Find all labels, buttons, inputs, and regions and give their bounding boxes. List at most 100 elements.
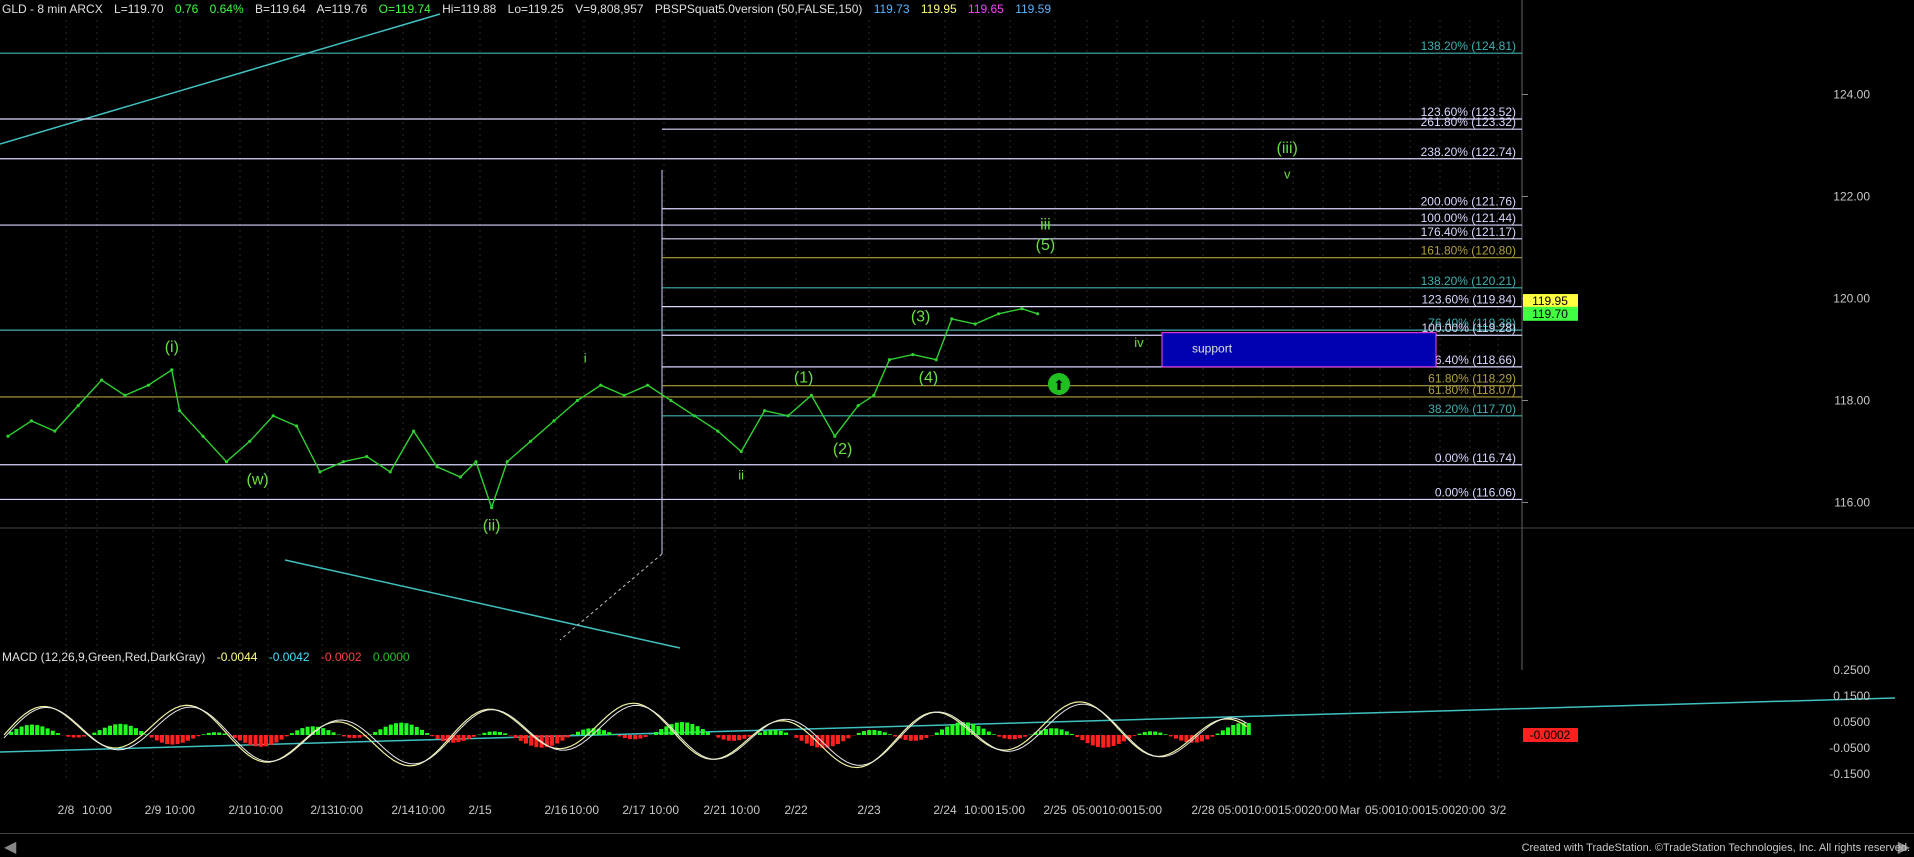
macd-histogram-bar <box>945 727 949 735</box>
price-point <box>646 384 649 387</box>
macd-histogram-bar <box>1054 728 1058 735</box>
x-tick-label: 15:00 <box>995 803 1025 817</box>
x-tick-label: 15:00 <box>1278 803 1308 817</box>
macd-histogram-bar <box>1106 735 1110 747</box>
macd-histogram-bar <box>462 735 466 741</box>
macd-header: MACD (12,26,9,Green,Red,DarkGray) -0.004… <box>2 650 418 664</box>
macd-histogram-bar <box>176 735 180 744</box>
macd-value-3: -0.0002 <box>321 650 362 664</box>
x-tick-label: 2/15 <box>468 803 492 817</box>
scroll-left-icon[interactable]: ◀ <box>4 837 16 857</box>
price-point <box>30 419 33 422</box>
macd-histogram-bar <box>779 731 783 735</box>
price-tag-label: 119.70 <box>1532 307 1568 321</box>
macd-histogram-bar <box>581 730 585 735</box>
macd-histogram-bar <box>295 730 299 735</box>
macd-histogram-bar <box>1008 735 1012 739</box>
x-tick-label: 20:00 <box>1455 803 1485 817</box>
macd-histogram-bar <box>207 733 211 735</box>
macd-histogram-bar <box>841 735 845 741</box>
macd-tag-label: -0.0002 <box>1530 728 1571 742</box>
macd-histogram-bar <box>1044 729 1048 735</box>
macd-tick-label: -0.1500 <box>1829 767 1870 781</box>
wave-label: iii <box>1040 217 1051 234</box>
macd-histogram-bar <box>326 730 330 735</box>
macd-histogram-bar <box>285 735 289 736</box>
macd-histogram-bar <box>498 732 502 735</box>
macd-histogram-bar <box>644 735 648 737</box>
macd-histogram-bar <box>1179 735 1183 741</box>
macd-histogram-bar <box>857 733 861 735</box>
wave-label: (5) <box>1036 237 1056 254</box>
macd-histogram-bar <box>1226 727 1230 735</box>
macd-histogram-bar <box>1091 735 1095 745</box>
macd-histogram-bar <box>1153 732 1157 735</box>
price-point <box>412 430 415 433</box>
fib-level-label: 123.60% (119.84) <box>1421 293 1516 307</box>
macd-histogram-bar <box>1086 735 1090 743</box>
macd-histogram-bar <box>82 735 86 737</box>
macd-histogram-bar <box>129 726 133 735</box>
price-point <box>997 312 1000 315</box>
macd-histogram-bar <box>290 733 294 735</box>
macd-histogram-bar <box>1158 733 1162 735</box>
macd-histogram-bar <box>909 735 913 741</box>
price-point <box>474 460 477 463</box>
macd-histogram-bar <box>1065 731 1069 735</box>
price-chart[interactable]: 2/810:002/910:002/1010:002/1310:002/1410… <box>0 0 1914 856</box>
x-tick-label: 2/17 <box>622 803 646 817</box>
price-point <box>810 394 813 397</box>
wave-label: v <box>1284 167 1291 182</box>
price-point <box>552 419 555 422</box>
macd-histogram-bar <box>690 724 694 735</box>
macd-tick-label: 0.0500 <box>1833 715 1870 729</box>
macd-histogram-bar <box>992 734 996 735</box>
macd-histogram-bar <box>1049 728 1053 735</box>
macd-histogram-bar <box>1221 730 1225 735</box>
macd-histogram-bar <box>196 735 200 736</box>
macd-histogram-bar <box>571 734 575 735</box>
macd-histogram-bar <box>103 728 107 735</box>
macd-histogram-bar <box>831 735 835 746</box>
macd-histogram-bar <box>768 730 772 735</box>
macd-histogram-bar <box>488 732 492 735</box>
macd-histogram-bar <box>274 735 278 742</box>
macd-histogram-bar <box>160 735 164 743</box>
price-point <box>974 322 977 325</box>
macd-histogram-bar <box>878 731 882 735</box>
macd-histogram-bar <box>805 735 809 744</box>
macd-histogram-bar <box>664 726 668 735</box>
wave-label: iv <box>1134 335 1144 350</box>
price-point <box>389 470 392 473</box>
support-box-label: support <box>1192 342 1233 356</box>
macd-histogram-bar <box>1117 735 1121 744</box>
wave-label: ii <box>738 468 744 483</box>
macd-histogram-bar <box>77 735 81 737</box>
macd-histogram-bar <box>784 733 788 735</box>
price-point <box>201 435 204 438</box>
macd-value-4: 0.0000 <box>373 650 410 664</box>
x-tick-label: 05:00 <box>1365 803 1395 817</box>
fib-level-label: 138.20% (120.21) <box>1421 274 1516 288</box>
price-point <box>248 440 251 443</box>
macd-histogram-bar <box>737 735 741 740</box>
y-tick-label: 124.00 <box>1833 88 1870 102</box>
price-point <box>77 404 80 407</box>
macd-histogram-bar <box>706 732 710 735</box>
macd-histogram-bar <box>763 731 767 735</box>
macd-histogram-bar <box>560 735 564 741</box>
macd-histogram-bar <box>638 735 642 739</box>
x-tick-label: 10:00 <box>649 803 679 817</box>
macd-tick-label: 0.1500 <box>1833 689 1870 703</box>
macd-histogram-bar <box>774 730 778 735</box>
macd-histogram-bar <box>550 735 554 746</box>
fib-level-label: 38.20% (117.70) <box>1428 402 1516 416</box>
macd-histogram-bar <box>566 735 570 738</box>
macd-value-1: -0.0044 <box>217 650 258 664</box>
x-tick-label: 2/25 <box>1043 803 1067 817</box>
macd-histogram-bar <box>35 725 39 735</box>
macd-histogram-bar <box>1018 735 1022 738</box>
price-point <box>490 506 493 509</box>
price-line <box>8 309 1038 508</box>
price-point <box>786 414 789 417</box>
